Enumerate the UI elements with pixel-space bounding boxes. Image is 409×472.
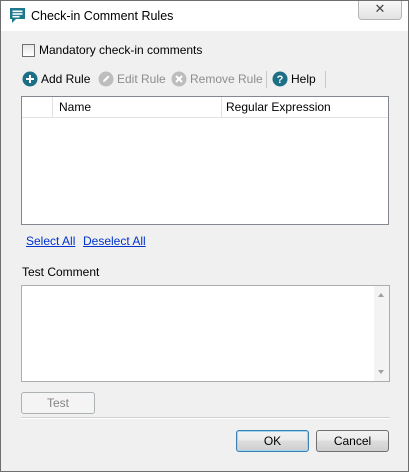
footer-divider-highlight bbox=[21, 418, 390, 419]
x-circle-icon bbox=[171, 71, 187, 87]
cancel-button[interactable]: Cancel bbox=[316, 430, 389, 452]
ok-button[interactable]: OK bbox=[236, 430, 309, 452]
mandatory-comments-label[interactable]: Mandatory check-in comments bbox=[39, 43, 202, 57]
pencil-icon bbox=[98, 71, 114, 87]
column-header-name[interactable]: Name bbox=[53, 97, 222, 117]
remove-rule-label: Remove Rule bbox=[190, 72, 263, 86]
add-rule-button[interactable]: Add Rule bbox=[22, 69, 90, 89]
test-button[interactable]: Test bbox=[21, 392, 95, 414]
edit-rule-label: Edit Rule bbox=[117, 72, 166, 86]
scroll-up-icon[interactable] bbox=[378, 293, 384, 297]
column-header-check[interactable] bbox=[22, 97, 53, 117]
test-comment-scrollbar[interactable] bbox=[374, 286, 389, 381]
toolbar-separator bbox=[266, 71, 267, 88]
dialog-window: Check-in Comment Rules ✕ Mandatory check… bbox=[0, 0, 409, 472]
deselect-all-link[interactable]: Deselect All bbox=[83, 234, 146, 248]
rules-toolbar: Add Rule Edit Rule Remove Rule ? Help bbox=[22, 69, 332, 91]
edit-rule-button[interactable]: Edit Rule bbox=[98, 69, 166, 89]
select-all-link[interactable]: Select All bbox=[26, 234, 75, 248]
scroll-down-icon[interactable] bbox=[378, 370, 384, 374]
rules-list-header: Name Regular Expression bbox=[22, 97, 388, 118]
window-title: Check-in Comment Rules bbox=[31, 9, 174, 23]
mandatory-comments-checkbox[interactable] bbox=[22, 44, 35, 57]
title-bar[interactable]: Check-in Comment Rules ✕ bbox=[1, 1, 408, 31]
rules-list[interactable]: Name Regular Expression bbox=[21, 96, 389, 225]
help-button[interactable]: ? Help bbox=[272, 69, 316, 89]
question-mark-icon: ? bbox=[272, 71, 288, 87]
remove-rule-button[interactable]: Remove Rule bbox=[171, 69, 263, 89]
help-label: Help bbox=[291, 72, 316, 86]
test-comment-label: Test Comment bbox=[22, 265, 100, 279]
close-icon: ✕ bbox=[374, 2, 386, 17]
svg-text:?: ? bbox=[277, 74, 284, 86]
add-rule-label: Add Rule bbox=[41, 72, 91, 86]
column-header-regex[interactable]: Regular Expression bbox=[222, 97, 388, 117]
toolbar-separator-end bbox=[325, 71, 326, 88]
comment-rules-icon bbox=[10, 8, 25, 23]
test-comment-input[interactable] bbox=[21, 285, 390, 382]
close-button[interactable]: ✕ bbox=[358, 1, 402, 20]
plus-circle-icon bbox=[22, 71, 38, 87]
